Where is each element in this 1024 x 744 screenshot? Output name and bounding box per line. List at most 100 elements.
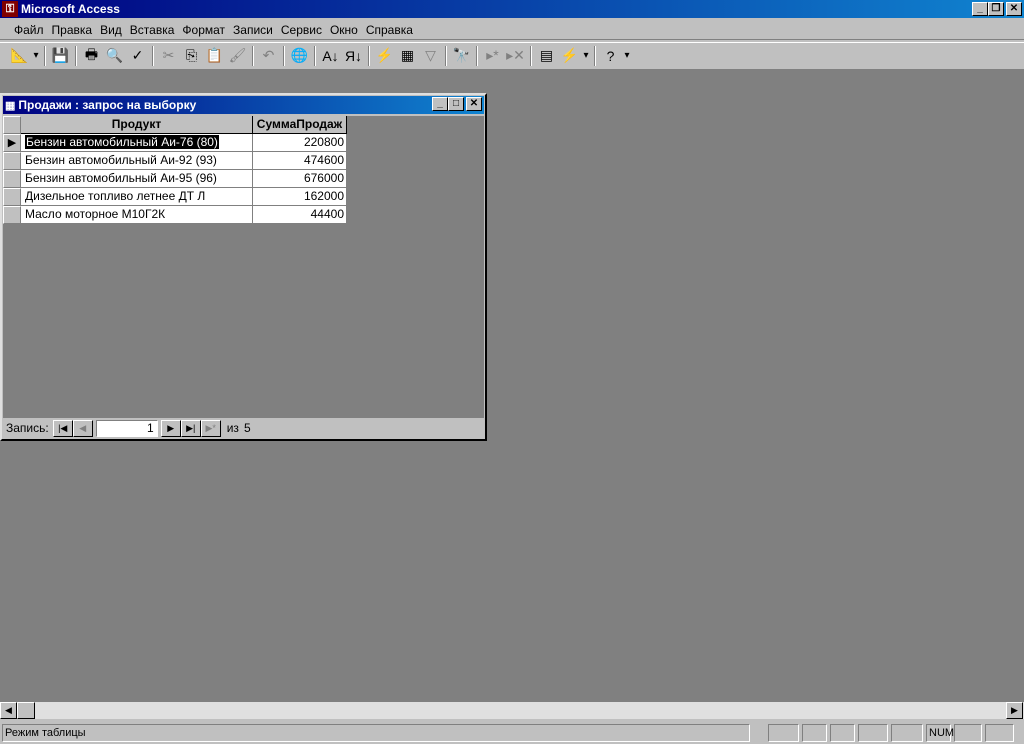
cell-product[interactable]: Бензин автомобильный Аи-76 (80)	[21, 134, 253, 152]
menu-item[interactable]: Файл	[10, 23, 48, 37]
sort-ascending-icon[interactable]: А↓	[319, 45, 342, 67]
close-button[interactable]: ✕	[1006, 2, 1022, 16]
status-text: Режим таблицы	[2, 723, 750, 742]
toolbar-separator	[75, 45, 77, 66]
help-icon[interactable]: ?	[599, 45, 622, 67]
cell-text: Бензин автомобильный Аи-95 (96)	[25, 171, 217, 185]
find-icon[interactable]: 🔭	[450, 45, 473, 67]
toolbar-separator	[152, 45, 154, 66]
menu-item[interactable]: Вид	[96, 23, 126, 37]
print-preview-icon[interactable]: 🔍	[103, 45, 126, 67]
cell-product[interactable]: Бензин автомобильный Аи-92 (93)	[21, 152, 253, 170]
status-panel	[891, 723, 923, 742]
menu-item[interactable]: Сервис	[277, 23, 326, 37]
datasheet-grid: Продукт СуммаПродаж ▶ Бензин автомобильный …	[3, 116, 484, 418]
horizontal-scrollbar[interactable]: ◀ ▶	[0, 702, 1024, 719]
child-maximize-button[interactable]: □	[448, 97, 464, 111]
of-label: из	[226, 421, 239, 435]
filter-by-form-icon[interactable]: ▦	[396, 45, 419, 67]
sort-descending-icon[interactable]: Я↓	[342, 45, 365, 67]
record-total: 5	[243, 421, 251, 435]
new-record-icon[interactable]: ▸*	[481, 45, 504, 67]
current-row-indicator[interactable]: ▶	[3, 134, 21, 152]
status-panel	[858, 723, 888, 742]
query-window-title-bar: ▦ Продажи : запрос на выборку _ □ ✕	[3, 96, 484, 114]
hyperlink-icon[interactable]: 🌐	[288, 45, 311, 67]
row-selector[interactable]	[3, 170, 21, 188]
minimize-button[interactable]: _	[972, 2, 988, 16]
child-minimize-button[interactable]: _	[432, 97, 448, 111]
toolbar: 📐 ▾ 💾 🖶 🔍 ✓ ✂ ⎘ 📋 🖌 ↶ 🌐 А↓ Я↓ ⚡ ▦ ▽ 🔭 ▸* ▸✕ ▤ ⚡ ▾? ▾	[0, 42, 1024, 68]
cell-product[interactable]: Дизельное топливо летнее ДТ Л	[21, 188, 253, 206]
menu-item[interactable]: Формат	[178, 23, 229, 37]
cell-text: Бензин автомобильный Аи-92 (93)	[25, 153, 217, 167]
print-icon[interactable]: 🖶	[80, 45, 103, 67]
delete-record-icon[interactable]: ▸✕	[504, 45, 527, 67]
cell-product[interactable]: Масло моторное М10Г2К	[21, 206, 253, 224]
scroll-right-button[interactable]: ▶	[1006, 702, 1023, 719]
menu-bar: Файл Правка Вид Вставка Формат Записи Сервис Ок…	[0, 20, 1024, 40]
row-selector[interactable]	[3, 152, 21, 170]
copy-icon[interactable]: ⎘	[180, 45, 203, 67]
menu-item[interactable]: Окно	[326, 23, 362, 37]
status-bar: Режим таблицы NUM	[0, 721, 1024, 744]
filter-by-selection-icon[interactable]: ⚡	[373, 45, 396, 67]
row-selector[interactable]	[3, 188, 21, 206]
undo-icon[interactable]: ↶	[257, 45, 280, 67]
cell-text: Бензин автомобильный Аи-76 (80)	[25, 135, 219, 149]
column-header-sum[interactable]: СуммаПродаж	[253, 116, 347, 134]
save-icon[interactable]: 💾	[49, 45, 72, 67]
toolbar-separator	[445, 45, 447, 66]
toolbar-separator	[44, 45, 46, 66]
apply-filter-icon[interactable]: ▽	[419, 45, 442, 67]
access-key-icon: ⚿	[2, 1, 18, 17]
app-title: Microsoft Access	[21, 2, 120, 16]
app-title-bar: ⚿ Microsoft Access _ ❐ ✕	[0, 0, 1024, 18]
new-record-button[interactable]: ▶*	[200, 419, 221, 437]
paste-icon[interactable]: 📋	[203, 45, 226, 67]
child-close-button[interactable]: ✕	[466, 97, 482, 111]
new-object-icon[interactable]: ⚡	[558, 45, 581, 67]
menu-item[interactable]: Вставка	[126, 23, 179, 37]
restore-button[interactable]: ❐	[988, 2, 1004, 16]
dropdown-icon[interactable]: ▾	[622, 45, 632, 67]
last-record-button[interactable]: ▶|	[180, 419, 201, 437]
menu-item[interactable]: Правка	[48, 23, 97, 37]
column-header-product[interactable]: Продукт	[21, 116, 253, 134]
scroll-thumb[interactable]	[17, 702, 35, 719]
dropdown-icon[interactable]: ▾	[581, 45, 591, 67]
toolbar-separator	[283, 45, 285, 66]
menu-item[interactable]: Справка	[362, 23, 417, 37]
num-lock-indicator: NUM	[926, 723, 954, 742]
cell-sum[interactable]: 220800	[253, 134, 347, 152]
toolbar-separator	[314, 45, 316, 66]
status-panel	[830, 723, 855, 742]
dropdown-icon[interactable]: ▾	[31, 45, 41, 67]
previous-record-button[interactable]: ◀	[72, 419, 93, 437]
next-record-button[interactable]: ▶	[160, 419, 181, 437]
scroll-left-button[interactable]: ◀	[0, 702, 17, 719]
format-painter-icon[interactable]: 🖌	[226, 45, 249, 67]
first-record-button[interactable]: |◀	[52, 419, 73, 437]
select-all-corner[interactable]	[3, 116, 21, 134]
cell-sum[interactable]: 44400	[253, 206, 347, 224]
cell-sum[interactable]: 676000	[253, 170, 347, 188]
toolbar-separator	[594, 45, 596, 66]
record-number-input[interactable]: 1	[95, 419, 158, 437]
cut-icon[interactable]: ✂	[157, 45, 180, 67]
status-panel	[768, 723, 799, 742]
design-view-icon[interactable]: 📐	[8, 45, 31, 67]
query-window-title: Продажи : запрос на выборку	[18, 98, 197, 112]
database-window-icon[interactable]: ▤	[535, 45, 558, 67]
datasheet-icon: ▦	[5, 99, 16, 112]
cell-text: Масло моторное М10Г2К	[25, 207, 166, 221]
cell-product[interactable]: Бензин автомобильный Аи-95 (96)	[21, 170, 253, 188]
toolbar-separator	[368, 45, 370, 66]
record-navigator: Запись: |◀ ◀ 1 ▶ ▶| ▶* из 5	[3, 418, 484, 438]
cell-sum[interactable]: 162000	[253, 188, 347, 206]
row-selector[interactable]	[3, 206, 21, 224]
toolbar-separator	[530, 45, 532, 66]
cell-sum[interactable]: 474600	[253, 152, 347, 170]
menu-item[interactable]: Записи	[229, 23, 277, 37]
spelling-icon[interactable]: ✓	[126, 45, 149, 67]
